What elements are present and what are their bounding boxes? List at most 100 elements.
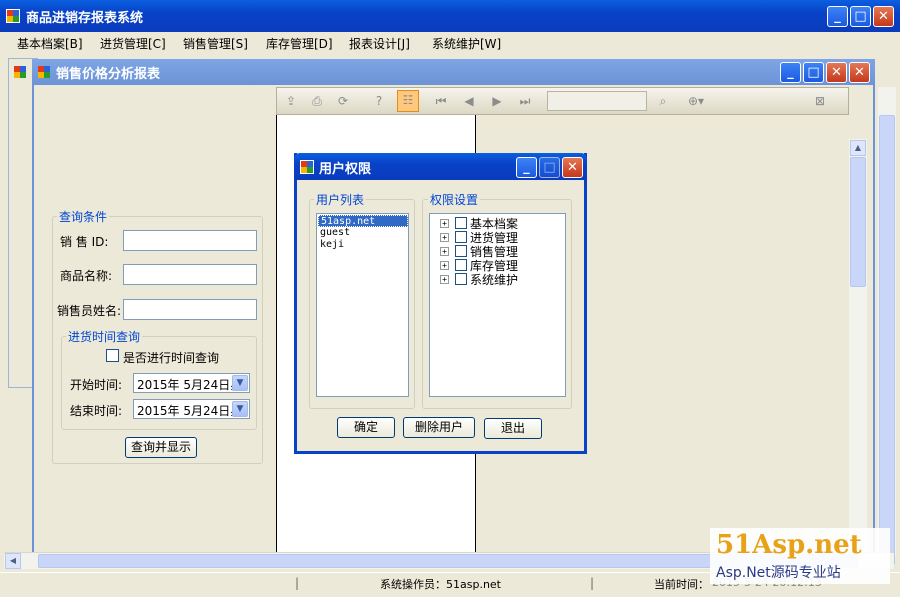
minimize-button[interactable]: _ [827, 6, 848, 27]
start-date-value: 2015年 5月24日星 [137, 378, 243, 392]
report-window-title: 销售价格分析报表 [56, 67, 161, 82]
permission-checkbox[interactable] [455, 231, 467, 243]
prev-page-icon[interactable]: ◀ [459, 92, 479, 110]
status-divider: | [295, 576, 300, 590]
child-minimize-button[interactable]: _ [780, 62, 801, 83]
menu-basic[interactable]: 基本档案[B] [17, 35, 83, 52]
last-page-icon[interactable]: ⏭ [515, 92, 535, 110]
expand-icon[interactable]: + [440, 219, 449, 228]
time-query-checkbox[interactable] [106, 349, 119, 362]
outer-vertical-scroll-thumb[interactable] [879, 115, 895, 565]
dialog-minimize-button[interactable]: _ [516, 157, 537, 178]
permission-checkbox[interactable] [455, 217, 467, 229]
outer-vertical-scrollbar[interactable] [878, 87, 896, 565]
status-divider: | [590, 576, 595, 590]
time-query-group-label: 进货时间查询 [66, 328, 143, 345]
report-window-icon [38, 66, 50, 78]
user-listbox[interactable]: 51asp.net guest keji [316, 213, 409, 397]
time-status-label: 当前时间： [654, 578, 709, 591]
delete-user-button[interactable]: 删除用户 [403, 417, 475, 438]
minimize-icon: _ [523, 160, 530, 175]
exit-button[interactable]: 退出 [484, 418, 542, 439]
close-icon: ✕ [567, 160, 578, 175]
list-item[interactable]: 51asp.net [318, 215, 408, 227]
permission-tree[interactable]: + 基本档案 + 进货管理 + 销售管理 + 库存管理 + 系统维护 [429, 213, 566, 397]
sale-id-label: 销 售 ID: [60, 235, 109, 249]
minimize-icon: _ [834, 9, 841, 24]
expand-icon[interactable]: + [440, 247, 449, 256]
report-window-title-bar: 销售价格分析报表 _ □ ✕ [32, 59, 875, 85]
expand-icon[interactable]: + [440, 275, 449, 284]
help-icon[interactable]: ? [369, 92, 389, 110]
end-date-value: 2015年 5月24日星 [137, 404, 243, 418]
query-group-label: 查询条件 [57, 208, 110, 225]
maximize-button[interactable]: □ [850, 6, 871, 27]
child-close-button[interactable]: ✕ [826, 62, 847, 83]
child-maximize-button[interactable]: □ [803, 62, 824, 83]
menu-inventory[interactable]: 库存管理[D] [266, 35, 333, 52]
query-submit-button[interactable]: 查询并显示 [125, 437, 197, 458]
seller-name-label: 销售员姓名: [57, 304, 122, 318]
close-tab-icon[interactable]: ⊠ [810, 92, 830, 110]
permission-label: 权限设置 [428, 191, 481, 208]
vertical-scroll-thumb[interactable] [850, 157, 866, 287]
main-title-bar: 商品进销存报表系统 _ □ ✕ [0, 0, 900, 32]
end-time-label: 结束时间: [70, 404, 123, 418]
maximize-icon: □ [543, 160, 556, 175]
product-name-input[interactable] [123, 264, 257, 285]
maximize-icon: □ [854, 9, 867, 24]
watermark-brand: 51Asp.net [716, 530, 862, 560]
product-name-label: 商品名称: [60, 269, 113, 283]
user-list-label: 用户列表 [314, 191, 367, 208]
menu-system[interactable]: 系统维护[W] [432, 35, 501, 52]
export-icon[interactable]: ⇪ [281, 92, 301, 110]
menu-report[interactable]: 报表设计[J] [349, 35, 410, 52]
find-icon[interactable]: ⌕ [653, 92, 673, 110]
menu-bar: 基本档案[B] 进货管理[C] 销售管理[S] 库存管理[D] 报表设计[J] … [0, 32, 900, 54]
permission-checkbox[interactable] [455, 259, 467, 271]
end-date-picker[interactable]: 2015年 5月24日星 ▼ [133, 399, 250, 419]
refresh-icon[interactable]: ⟳ [333, 92, 353, 110]
close-icon: ✕ [831, 65, 842, 80]
print-icon[interactable]: ⎙ [307, 92, 327, 110]
watermark-sub: Asp.Net源码专业站 [716, 565, 841, 581]
ok-button[interactable]: 确定 [337, 417, 395, 438]
dialog-title: 用户权限 [319, 162, 372, 177]
app-icon [6, 9, 20, 23]
vertical-scrollbar[interactable]: ▲ [849, 139, 867, 554]
first-page-icon[interactable]: ⏮ [431, 92, 451, 110]
chevron-down-icon[interactable]: ▼ [232, 375, 248, 391]
permission-checkbox[interactable] [455, 273, 467, 285]
start-date-picker[interactable]: 2015年 5月24日星 ▼ [133, 373, 250, 393]
tree-item-system[interactable]: 系统维护 [470, 271, 518, 288]
start-time-label: 开始时间: [70, 378, 123, 392]
group-tree-icon[interactable]: ☷ [397, 90, 419, 112]
list-item[interactable]: keji [320, 239, 344, 251]
report-toolbar: ⇪ ⎙ ⟳ ? ☷ ⏮ ◀ ▶ ⏭ ⌕ ⊕▾ ⊠ [276, 87, 849, 115]
operator-status: 系统操作员：51asp.net [380, 578, 501, 591]
scroll-left-icon[interactable]: ◀ [5, 553, 21, 569]
time-query-checkbox-label: 是否进行时间查询 [123, 351, 220, 365]
scroll-up-icon[interactable]: ▲ [850, 140, 866, 156]
next-page-icon[interactable]: ▶ [487, 92, 507, 110]
expand-icon[interactable]: + [440, 261, 449, 270]
zoom-icon[interactable]: ⊕▾ [681, 92, 711, 110]
sale-id-input[interactable] [123, 230, 257, 251]
seller-name-input[interactable] [123, 299, 257, 320]
minimize-icon: _ [787, 65, 794, 80]
page-number-input[interactable] [547, 91, 647, 111]
app-title: 商品进销存报表系统 [26, 11, 144, 26]
permission-checkbox[interactable] [455, 245, 467, 257]
expand-icon[interactable]: + [440, 233, 449, 242]
dialog-maximize-button[interactable]: □ [539, 157, 560, 178]
watermark: 51Asp.net Asp.Net源码专业站 [710, 528, 890, 584]
close-button[interactable]: ✕ [873, 6, 894, 27]
list-item[interactable]: guest [320, 227, 350, 239]
maximize-icon: □ [807, 65, 820, 80]
dialog-close-button[interactable]: ✕ [562, 157, 583, 178]
child-window-icon [14, 66, 26, 78]
menu-purchase[interactable]: 进货管理[C] [100, 35, 166, 52]
outer-child-close-button[interactable]: ✕ [849, 62, 870, 83]
chevron-down-icon[interactable]: ▼ [232, 401, 248, 417]
menu-sales[interactable]: 销售管理[S] [183, 35, 248, 52]
